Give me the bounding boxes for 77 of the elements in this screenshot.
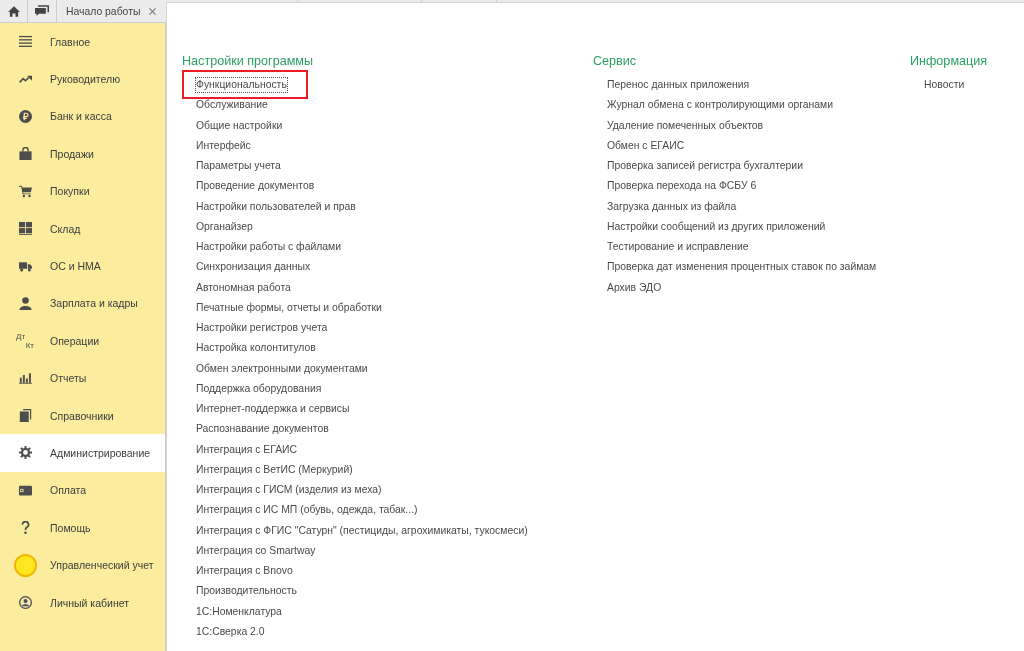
settings-link[interactable]: 1С:Номенклатура: [195, 603, 283, 620]
ruble-coin-icon: [18, 109, 32, 123]
settings-link[interactable]: Новости: [923, 77, 966, 94]
settings-link[interactable]: Журнал обмена с контролирующими органами: [606, 97, 835, 114]
settings-link[interactable]: Интерфейс: [195, 137, 252, 154]
person-icon: [18, 296, 32, 310]
sidebar-item[interactable]: Дт Кт Операции: [0, 322, 165, 360]
settings-link[interactable]: Функциональность: [195, 77, 288, 94]
circle-icon: [13, 553, 37, 577]
settings-link[interactable]: Органайзер: [195, 218, 254, 235]
settings-link[interactable]: Интеграция с ЕГАИС: [195, 441, 299, 458]
cart-icon: [18, 184, 32, 198]
settings-link[interactable]: Печатные формы, отчеты и обработки: [195, 299, 383, 316]
sidebar-item[interactable]: Продажи: [0, 135, 165, 173]
bag-icon: [18, 147, 32, 161]
settings-link[interactable]: Поддержка оборудования: [195, 380, 323, 397]
settings-link[interactable]: Интеграция с Bnovo: [195, 563, 294, 580]
close-icon[interactable]: [149, 7, 157, 15]
settings-link[interactable]: Интеграция с ГИСМ (изделия из меха): [195, 482, 383, 499]
section-heading: Настройки программы: [182, 53, 314, 70]
settings-link[interactable]: Перенос данных приложения: [606, 77, 751, 94]
settings-link[interactable]: Обслуживание: [195, 97, 269, 114]
sidebar-item[interactable]: Банк и касса: [0, 97, 165, 136]
truck-icon: [18, 259, 32, 273]
settings-link[interactable]: Настройки регистров учета: [195, 320, 329, 337]
sidebar-item[interactable]: Оплата: [0, 471, 165, 510]
settings-link[interactable]: Архив ЭДО: [606, 279, 663, 296]
sidebar-item[interactable]: Личный кабинет: [0, 583, 165, 622]
grid-icon: [18, 222, 32, 236]
settings-link[interactable]: Проведение документов: [195, 178, 316, 195]
settings-link[interactable]: Тестирование и исправление: [606, 239, 750, 256]
stacked-pages-icon: [18, 409, 32, 423]
settings-link[interactable]: Автономная работа: [195, 279, 292, 296]
sidebar-item[interactable]: Справочники: [0, 396, 165, 435]
sidebar-item[interactable]: Отчеты: [0, 359, 165, 397]
settings-link[interactable]: Настройка колонтитулов: [195, 340, 317, 357]
settings-link[interactable]: Проверка дат изменения процентных ставок по займам: [606, 259, 878, 276]
question-mark-icon: [20, 521, 30, 535]
wallet-icon: [18, 483, 32, 497]
settings-link[interactable]: 1С:Сверка 2.0: [195, 623, 266, 640]
settings-link[interactable]: Настройки сообщений из других приложений: [606, 218, 827, 235]
user-circle-icon: [18, 596, 32, 610]
settings-link[interactable]: Интеграция со Smartway: [195, 542, 317, 559]
sidebar-item[interactable]: Зарплата и кадры: [0, 284, 165, 323]
settings-link[interactable]: Обмен электронными документами: [195, 360, 369, 377]
chat-icon: [35, 5, 49, 17]
settings-link[interactable]: Удаление помеченных объектов: [606, 117, 765, 134]
settings-link[interactable]: Распознавание документов: [195, 421, 330, 438]
menu-icon: [18, 35, 32, 49]
settings-link[interactable]: Производительность: [195, 583, 298, 600]
settings-link[interactable]: Настройки работы с файлами: [195, 239, 342, 256]
settings-link[interactable]: Обмен с ЕГАИС: [606, 137, 686, 154]
sidebar-item[interactable]: Покупки: [0, 172, 165, 210]
sidebar-item[interactable]: Администрирование: [0, 434, 165, 472]
section-heading: Информация: [910, 53, 988, 70]
home-icon: [7, 5, 20, 17]
settings-link[interactable]: Интеграция с ВетИС (Меркурий): [195, 461, 354, 478]
settings-link[interactable]: Настройки пользователей и прав: [195, 198, 357, 215]
debit-credit-icon: Дт Кт: [16, 331, 34, 350]
sidebar-item[interactable]: Склад: [0, 209, 165, 248]
settings-link[interactable]: Проверка записей регистра бухгалтерии: [606, 158, 804, 175]
section-heading: Сервис: [593, 53, 637, 70]
settings-link[interactable]: Интернет-поддержка и сервисы: [195, 401, 351, 418]
sidebar-item[interactable]: ОС и НМА: [0, 247, 165, 285]
settings-link[interactable]: Интеграция с ФГИС "Сатурн" (пестициды, агрохимикаты, тукосмеси): [195, 522, 529, 539]
sidebar-item[interactable]: Главное: [0, 23, 165, 61]
sidebar-item[interactable]: Управленческий учет: [0, 546, 165, 584]
settings-link[interactable]: Загрузка данных из файла: [606, 198, 738, 215]
settings-link[interactable]: Проверка перехода на ФСБУ 6: [606, 178, 758, 195]
settings-link[interactable]: Общие настройки: [195, 117, 284, 134]
sidebar-item[interactable]: Руководителю: [0, 60, 165, 98]
settings-link[interactable]: Параметры учета: [195, 158, 282, 175]
gear-icon: [18, 446, 32, 460]
settings-link[interactable]: Интеграция с ИС МП (обувь, одежда, табак...): [195, 502, 419, 519]
settings-link[interactable]: Синхронизация данных: [195, 259, 312, 276]
sidebar-item[interactable]: Помощь: [0, 509, 165, 547]
bar-chart-icon: [18, 371, 32, 385]
